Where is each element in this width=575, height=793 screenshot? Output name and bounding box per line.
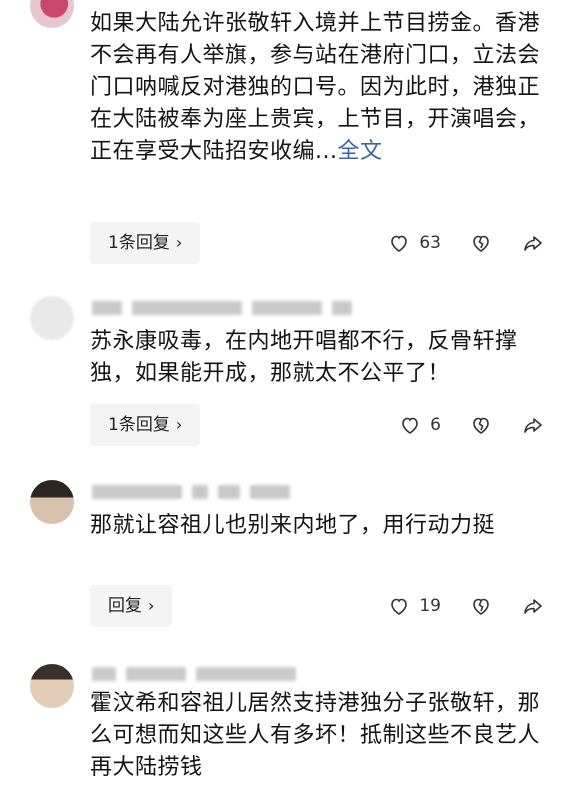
reply-button[interactable]: 回复 ›: [90, 585, 173, 627]
share-arrow-icon: [524, 236, 542, 251]
heart-outline-icon: [391, 235, 408, 252]
chevron-right-icon: ›: [175, 233, 183, 252]
chevron-right-icon: ›: [148, 596, 155, 615]
comment-body: 那就让容祖儿也别来内地了，用行动力挺: [90, 513, 496, 538]
view-replies-button[interactable]: 1条回复 ›: [90, 222, 201, 264]
reply-label: 回复: [108, 596, 142, 616]
comment-text[interactable]: 苏永康吸毒，在内地开唱都不行，反骨轩撑独，如果能开成，那就太不公平了！: [90, 326, 550, 390]
username-blurred: [92, 300, 352, 316]
like-count: 63: [419, 233, 441, 253]
username-blurred: [92, 666, 296, 682]
avatar[interactable]: [30, 480, 74, 524]
like-button[interactable]: 63: [387, 231, 441, 255]
username-blurred: [92, 484, 290, 500]
comment-body: 苏永康吸毒，在内地开唱都不行，反骨轩撑独，如果能开成，那就太不公平了！: [90, 329, 518, 386]
share-button[interactable]: [521, 231, 545, 255]
comment-actions: 6: [370, 410, 545, 440]
heart-outline-icon: [391, 598, 408, 615]
reply-label: 1条回复: [108, 233, 170, 253]
like-count: 6: [430, 415, 441, 435]
comment-text[interactable]: 霍汶希和容祖儿居然支持港独分子张敬轩，那么可想而知这些人有多坏！抵制这些不良艺人…: [90, 688, 550, 784]
comment-text[interactable]: 那就让容祖儿也别来内地了，用行动力挺: [90, 510, 550, 542]
avatar[interactable]: [30, 664, 74, 708]
avatar[interactable]: [30, 296, 74, 340]
broken-heart-icon: [473, 235, 489, 252]
heart-outline-icon: [402, 417, 418, 434]
read-full-link[interactable]: 全文: [338, 139, 383, 164]
dislike-button[interactable]: [469, 231, 493, 255]
like-button[interactable]: 6: [398, 413, 441, 437]
comment-actions: 19: [359, 591, 545, 621]
avatar[interactable]: [30, 0, 74, 28]
ellipsis: ...: [315, 139, 338, 164]
view-replies-button[interactable]: 1条回复 ›: [90, 404, 201, 446]
share-button[interactable]: [521, 594, 545, 618]
comment-body: 霍汶希和容祖儿居然支持港独分子张敬轩，那么可想而知这些人有多坏！抵制这些不良艺人…: [90, 691, 541, 780]
broken-heart-icon: [473, 598, 489, 615]
dislike-button[interactable]: [469, 594, 493, 618]
like-count: 19: [419, 596, 441, 616]
broken-heart-icon: [473, 417, 489, 434]
share-arrow-icon: [524, 418, 542, 433]
comment-text[interactable]: 如果大陆允许张敬轩入境并上节目捞金。香港不会再有人举旗，参与站在港府门口，立法会…: [90, 8, 550, 168]
comment-actions: 63: [359, 228, 545, 258]
like-button[interactable]: 19: [387, 594, 441, 618]
share-button[interactable]: [521, 413, 545, 437]
chevron-right-icon: ›: [175, 415, 183, 434]
share-arrow-icon: [524, 599, 542, 614]
dislike-button[interactable]: [469, 413, 493, 437]
reply-label: 1条回复: [108, 415, 170, 435]
